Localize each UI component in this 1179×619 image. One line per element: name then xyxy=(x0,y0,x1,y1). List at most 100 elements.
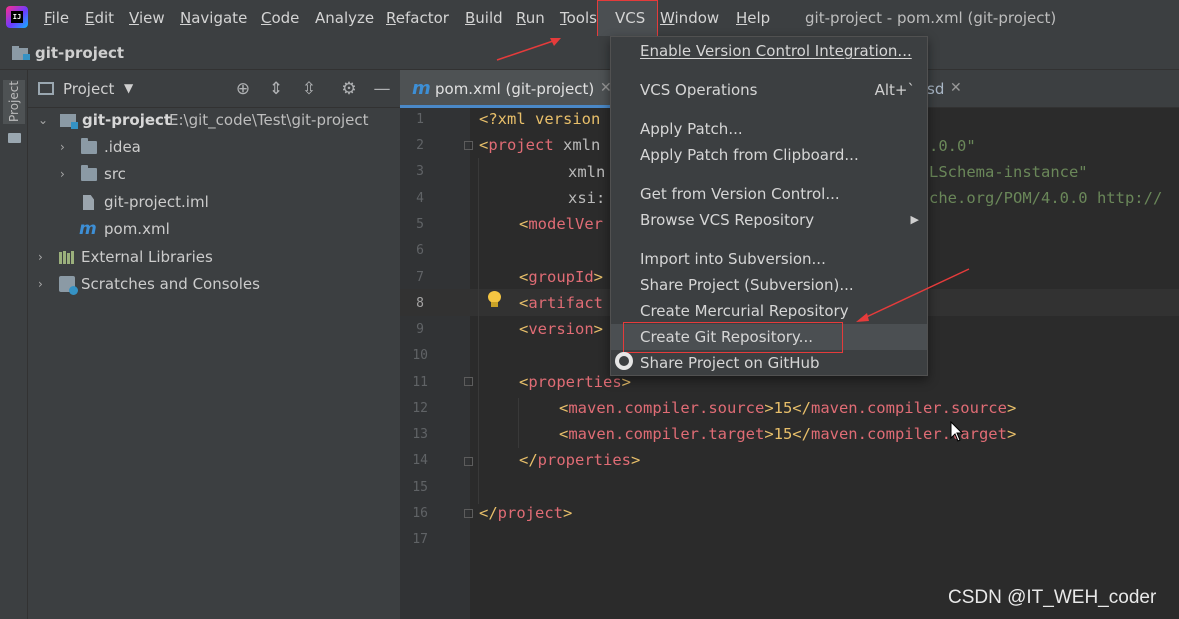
line-number: 7 xyxy=(416,270,424,285)
menu-edit[interactable]: Edit xyxy=(85,9,114,27)
tab-label: pom.xml (git-project) xyxy=(435,80,595,98)
menu-view[interactable]: View xyxy=(129,9,165,27)
menu-item-label: Apply Patch from Clipboard... xyxy=(640,146,859,164)
tree-item-label: External Libraries xyxy=(81,248,213,266)
project-view-icon xyxy=(38,82,54,95)
menu-refactor[interactable]: Refactor xyxy=(386,9,449,27)
tree-item-external-libraries[interactable]: › External Libraries xyxy=(28,244,400,271)
menu-item-get-from-vcs[interactable]: Get from Version Control... xyxy=(611,181,927,207)
fold-marker[interactable] xyxy=(464,377,473,386)
code-text: < xyxy=(519,373,529,391)
line-number: 15 xyxy=(412,480,428,495)
fold-marker[interactable] xyxy=(464,509,473,518)
code-text: xmln xyxy=(568,163,606,181)
menu-window[interactable]: Window xyxy=(660,9,719,27)
tab-pom-xml[interactable]: m pom.xml (git-project) ✕ xyxy=(400,70,615,108)
line-number: 13 xyxy=(412,427,428,442)
iml-file-icon xyxy=(83,195,94,210)
code-line-2: <project xmln xyxy=(479,135,600,155)
line-number: 14 xyxy=(412,453,428,468)
gear-icon[interactable]: ⚙ xyxy=(339,79,359,99)
line-number: 17 xyxy=(412,532,428,547)
locate-icon[interactable]: ⊕ xyxy=(233,79,253,99)
fold-marker[interactable] xyxy=(464,457,473,466)
chevron-right-icon[interactable]: › xyxy=(38,271,43,298)
menu-item-vcs-operations[interactable]: VCS Operations Alt+` xyxy=(611,77,927,103)
menu-item-label: Apply Patch... xyxy=(640,120,743,138)
code-text: xmln xyxy=(553,136,601,154)
line-number: 16 xyxy=(412,506,428,521)
menu-navigate[interactable]: Navigate xyxy=(180,9,247,27)
folder-icon xyxy=(81,138,97,154)
fold-marker[interactable] xyxy=(464,141,473,150)
menu-run[interactable]: Run xyxy=(516,9,545,27)
indent-guide xyxy=(518,398,519,448)
code-line-16: </project> xyxy=(479,503,572,523)
code-text: maven.compile xyxy=(810,425,933,443)
tree-item-idea[interactable]: › .idea xyxy=(28,134,400,161)
chevron-right-icon[interactable]: › xyxy=(60,161,65,188)
code-text: .0.0" xyxy=(929,137,976,155)
tree-item-iml[interactable]: git-project.iml xyxy=(28,189,400,216)
code-line-12: <maven.compiler.source>15</maven.compile… xyxy=(559,398,1016,418)
menu-analyze[interactable]: Analyze xyxy=(315,9,374,27)
intention-bulb-icon[interactable] xyxy=(488,291,501,307)
github-icon xyxy=(615,352,633,370)
tree-item-src[interactable]: › src xyxy=(28,161,400,188)
project-tool-window: Project ▼ ⊕ ⇕ ⇳ ⚙ — ⌄ git-project E:\git… xyxy=(28,70,400,619)
tree-item-scratches[interactable]: › Scratches and Consoles xyxy=(28,271,400,298)
code-line-8: <artifact xyxy=(519,293,603,313)
menu-item-apply-patch-clipboard[interactable]: Apply Patch from Clipboard... xyxy=(611,142,927,168)
chevron-right-icon[interactable]: › xyxy=(38,244,43,271)
intellij-app-icon[interactable]: IJ xyxy=(6,6,28,28)
chevron-down-icon[interactable]: ▼ xyxy=(124,81,133,95)
code-line-1: <?xml version xyxy=(479,109,600,129)
code-text: >15</ xyxy=(764,425,811,443)
menu-tools[interactable]: Tools xyxy=(560,9,597,27)
code-text: che.org/POM/4.0.0 http:// xyxy=(929,189,1163,207)
maven-file-icon: m xyxy=(412,78,431,99)
code-text: < xyxy=(519,294,529,312)
breadcrumb-project[interactable]: git-project xyxy=(35,44,124,62)
tree-item-label: Scratches and Consoles xyxy=(81,275,260,293)
menu-code[interactable]: Code xyxy=(261,9,299,27)
close-icon[interactable]: ✕ xyxy=(950,80,962,96)
line-number: 10 xyxy=(412,348,428,363)
menu-item-enable-vcs-integration[interactable]: Enable Version Control Integration... xyxy=(611,38,927,64)
line-number: 2 xyxy=(416,138,424,153)
library-icon xyxy=(59,251,75,264)
code-text: > xyxy=(1006,425,1017,443)
collapse-all-icon[interactable]: ⇳ xyxy=(299,79,319,99)
chevron-down-icon[interactable]: ⌄ xyxy=(38,107,48,134)
indent-guide xyxy=(478,158,479,504)
submenu-arrow-icon: ▶ xyxy=(910,213,919,226)
minimize-icon[interactable]: — xyxy=(372,79,392,99)
expand-all-icon[interactable]: ⇕ xyxy=(266,79,286,99)
code-text: version xyxy=(528,320,594,338)
menu-item-browse-vcs-repository[interactable]: Browse VCS Repository ▶ xyxy=(611,207,927,233)
project-view-selector[interactable]: Project xyxy=(63,80,114,98)
tree-item-git-project[interactable]: ⌄ git-project E:\git_code\Test\git-proje… xyxy=(28,107,400,134)
menu-vcs[interactable]: VCS xyxy=(615,9,645,27)
menu-item-apply-patch[interactable]: Apply Patch... xyxy=(611,116,927,142)
mouse-cursor-icon xyxy=(950,421,964,442)
menu-file[interactable]: File xyxy=(44,9,69,27)
chevron-right-icon[interactable]: › xyxy=(60,134,65,161)
annotation-arrow-to-create-git xyxy=(856,268,970,322)
menu-help[interactable]: Help xyxy=(736,9,770,27)
menu-build[interactable]: Build xyxy=(465,9,503,27)
menu-item-label: Import into Subversion... xyxy=(640,250,826,268)
code-text: properties xyxy=(528,373,622,391)
code-text: r.target xyxy=(932,425,1007,443)
tab-second-label[interactable]: sd xyxy=(927,80,944,98)
menu-item-label: Enable Version Control Integration... xyxy=(640,42,912,60)
line-number: 8 xyxy=(416,296,424,311)
code-text: < xyxy=(479,136,489,154)
tree-item-pom[interactable]: m pom.xml xyxy=(28,216,400,243)
menu-item-share-on-github[interactable]: Share Project on GitHub xyxy=(611,350,927,376)
tree-item-label: git-project xyxy=(82,111,172,129)
folder-icon xyxy=(8,133,21,143)
tree-item-label: git-project.iml xyxy=(104,193,209,211)
app-icon-text: IJ xyxy=(11,11,23,23)
navigation-bar: git-project xyxy=(0,36,1179,70)
